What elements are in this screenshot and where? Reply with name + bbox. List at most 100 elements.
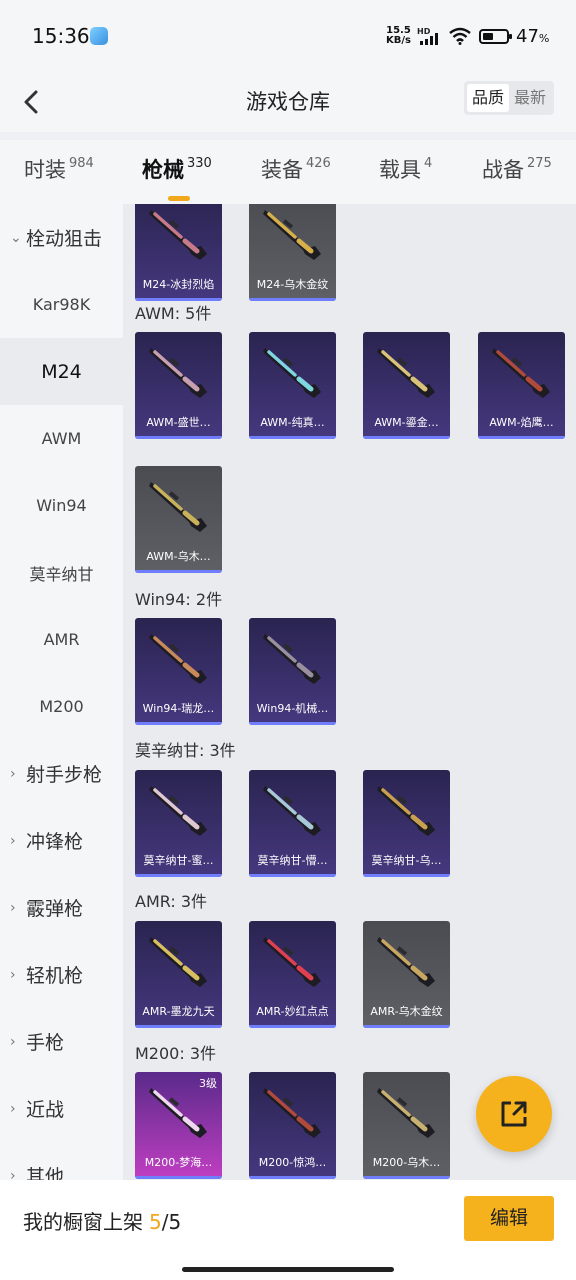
- sidebar-item-label: 射手步枪: [26, 764, 103, 786]
- sidebar-item[interactable]: Win94: [0, 472, 123, 539]
- rarity-bar: [135, 436, 222, 439]
- sidebar-item[interactable]: › 霰弹枪: [0, 874, 123, 941]
- weapon-card[interactable]: AMR-墨龙九天: [135, 921, 222, 1028]
- sidebar-item-label: AWM: [41, 429, 82, 448]
- weapon-card[interactable]: Win94-瑞龙…: [135, 618, 222, 725]
- tab-fashion[interactable]: 时装 984: [24, 154, 94, 184]
- weapon-name: AWM-纯真…: [260, 416, 325, 429]
- rarity-bar: [135, 722, 222, 725]
- weapon-name: AWM-鎏金…: [374, 416, 439, 429]
- weapon-card[interactable]: M24-冰封烈焰: [135, 204, 222, 301]
- sidebar-item[interactable]: M24: [0, 338, 123, 405]
- rarity-bar: [249, 722, 336, 725]
- sidebar-item[interactable]: › 近战: [0, 1075, 123, 1142]
- weapon-card[interactable]: AMR-乌木金纹: [363, 921, 450, 1028]
- rifle-icon: [263, 937, 321, 987]
- sidebar-item[interactable]: › 射手步枪: [0, 740, 123, 807]
- sidebar-item-label: 莫辛纳甘: [29, 564, 94, 584]
- sidebar-item[interactable]: AMR: [0, 606, 123, 673]
- edit-button[interactable]: 编辑: [464, 1196, 554, 1241]
- signal-icon: [420, 33, 438, 45]
- sidebar-item[interactable]: AWM: [0, 405, 123, 472]
- weapon-name: M24-冰封烈焰: [142, 278, 215, 291]
- weapon-name: AWM-盛世…: [146, 416, 211, 429]
- sidebar-item[interactable]: 莫辛纳甘: [0, 539, 123, 606]
- rifle-icon: [149, 937, 207, 987]
- rarity-bar: [135, 874, 222, 877]
- showcase-status: 我的橱窗上架 5/5: [23, 1210, 182, 1234]
- sort-newest-button[interactable]: 最新: [509, 84, 551, 112]
- showcase-count: 5: [149, 1210, 162, 1234]
- sidebar-item[interactable]: › 轻机枪: [0, 941, 123, 1008]
- weapon-card[interactable]: 莫辛纳甘-蜜…: [135, 770, 222, 877]
- weapon-card[interactable]: 莫辛纳甘-乌…: [363, 770, 450, 877]
- header: 游戏仓库 品质 最新: [0, 72, 576, 132]
- sidebar-item-label: Kar98K: [32, 295, 91, 314]
- weapon-card[interactable]: M24-乌木金纹: [249, 204, 336, 301]
- rifle-icon: [492, 348, 550, 398]
- weapon-card[interactable]: AWM-盛世…: [135, 332, 222, 439]
- rifle-icon: [377, 937, 435, 987]
- weapon-card[interactable]: M200-惊鸿…: [249, 1072, 336, 1179]
- section-title: AWM: 5件: [135, 304, 212, 323]
- weapon-card[interactable]: Win94-机械…: [249, 618, 336, 725]
- weapon-card[interactable]: AWM-纯真…: [249, 332, 336, 439]
- weapon-name: Win94-机械…: [256, 702, 329, 715]
- rarity-bar: [249, 1025, 336, 1028]
- weapon-card[interactable]: 3级 M200-梦海…: [135, 1072, 222, 1179]
- weapon-card[interactable]: M200-乌木…: [363, 1072, 450, 1179]
- rifle-icon: [149, 634, 207, 684]
- weapon-name: Win94-瑞龙…: [142, 702, 215, 715]
- weapon-card[interactable]: AWM-鎏金…: [363, 332, 450, 439]
- weapon-name: M200-惊鸿…: [258, 1156, 327, 1169]
- bottom-bar: 我的橱窗上架 5/5 编辑: [0, 1180, 576, 1280]
- sidebar-item[interactable]: Kar98K: [0, 271, 123, 338]
- weapon-card[interactable]: AMR-妙红点点: [249, 921, 336, 1028]
- weapon-name: M24-乌木金纹: [256, 278, 329, 291]
- sidebar-item-label: AMR: [43, 630, 80, 649]
- weapon-card[interactable]: AWM-焰鹰…: [478, 332, 565, 439]
- chevron-down-icon: ⌄: [10, 229, 22, 246]
- weapon-name: 莫辛纳甘-懵…: [257, 854, 328, 867]
- tab-vehicles[interactable]: 载具 4: [379, 154, 432, 184]
- chevron-right-icon: ›: [10, 832, 16, 849]
- active-tab-indicator: [168, 196, 190, 201]
- rifle-icon: [149, 348, 207, 398]
- weapon-name: AMR-墨龙九天: [142, 1005, 215, 1018]
- tier-badge: 3级: [199, 1077, 217, 1090]
- showcase-total: /5: [161, 1210, 182, 1234]
- sidebar-item[interactable]: M200: [0, 673, 123, 740]
- home-indicator[interactable]: [182, 1267, 394, 1272]
- tab-combat-gear[interactable]: 战备 275: [482, 154, 552, 184]
- chevron-right-icon: ›: [10, 1100, 16, 1117]
- rarity-bar: [249, 298, 336, 301]
- status-time: 15:36: [32, 24, 90, 48]
- app-notification-icon: [90, 27, 108, 45]
- sort-quality-button[interactable]: 品质: [466, 84, 509, 112]
- weapon-name: AMR-乌木金纹: [370, 1005, 443, 1018]
- rarity-bar: [135, 1176, 222, 1179]
- chevron-right-icon: ›: [10, 1167, 16, 1181]
- rarity-bar: [135, 1025, 222, 1028]
- share-button[interactable]: [476, 1076, 552, 1152]
- rifle-icon: [263, 634, 321, 684]
- weapon-card[interactable]: AWM-乌木…: [135, 466, 222, 573]
- status-bar: 15:36 15.5 KB/s HD 47%: [0, 0, 576, 72]
- weapon-card[interactable]: 莫辛纳甘-懵…: [249, 770, 336, 877]
- weapon-name: AMR-妙红点点: [256, 1005, 329, 1018]
- sidebar-item-label: 栓动狙击: [26, 228, 103, 250]
- sidebar-item[interactable]: › 其他: [0, 1142, 123, 1180]
- section-title: Win94: 2件: [135, 590, 223, 609]
- sidebar-item-label: M24: [41, 360, 82, 383]
- sidebar-item[interactable]: › 手枪: [0, 1008, 123, 1075]
- tab-equipment[interactable]: 装备 426: [261, 154, 331, 184]
- rarity-bar: [249, 1176, 336, 1179]
- sidebar-item-label: 霰弹枪: [26, 898, 84, 920]
- rarity-bar: [363, 436, 450, 439]
- section-title: M200: 3件: [135, 1044, 217, 1063]
- category-tabs: 时装 984 枪械 330 装备 426 载具 4 战备 275: [0, 140, 576, 204]
- sidebar-item-label: Win94: [36, 496, 87, 515]
- sidebar-item[interactable]: › 冲锋枪: [0, 807, 123, 874]
- tab-firearms[interactable]: 枪械 330: [142, 154, 212, 201]
- sidebar-item[interactable]: ⌄ 栓动狙击: [0, 204, 123, 271]
